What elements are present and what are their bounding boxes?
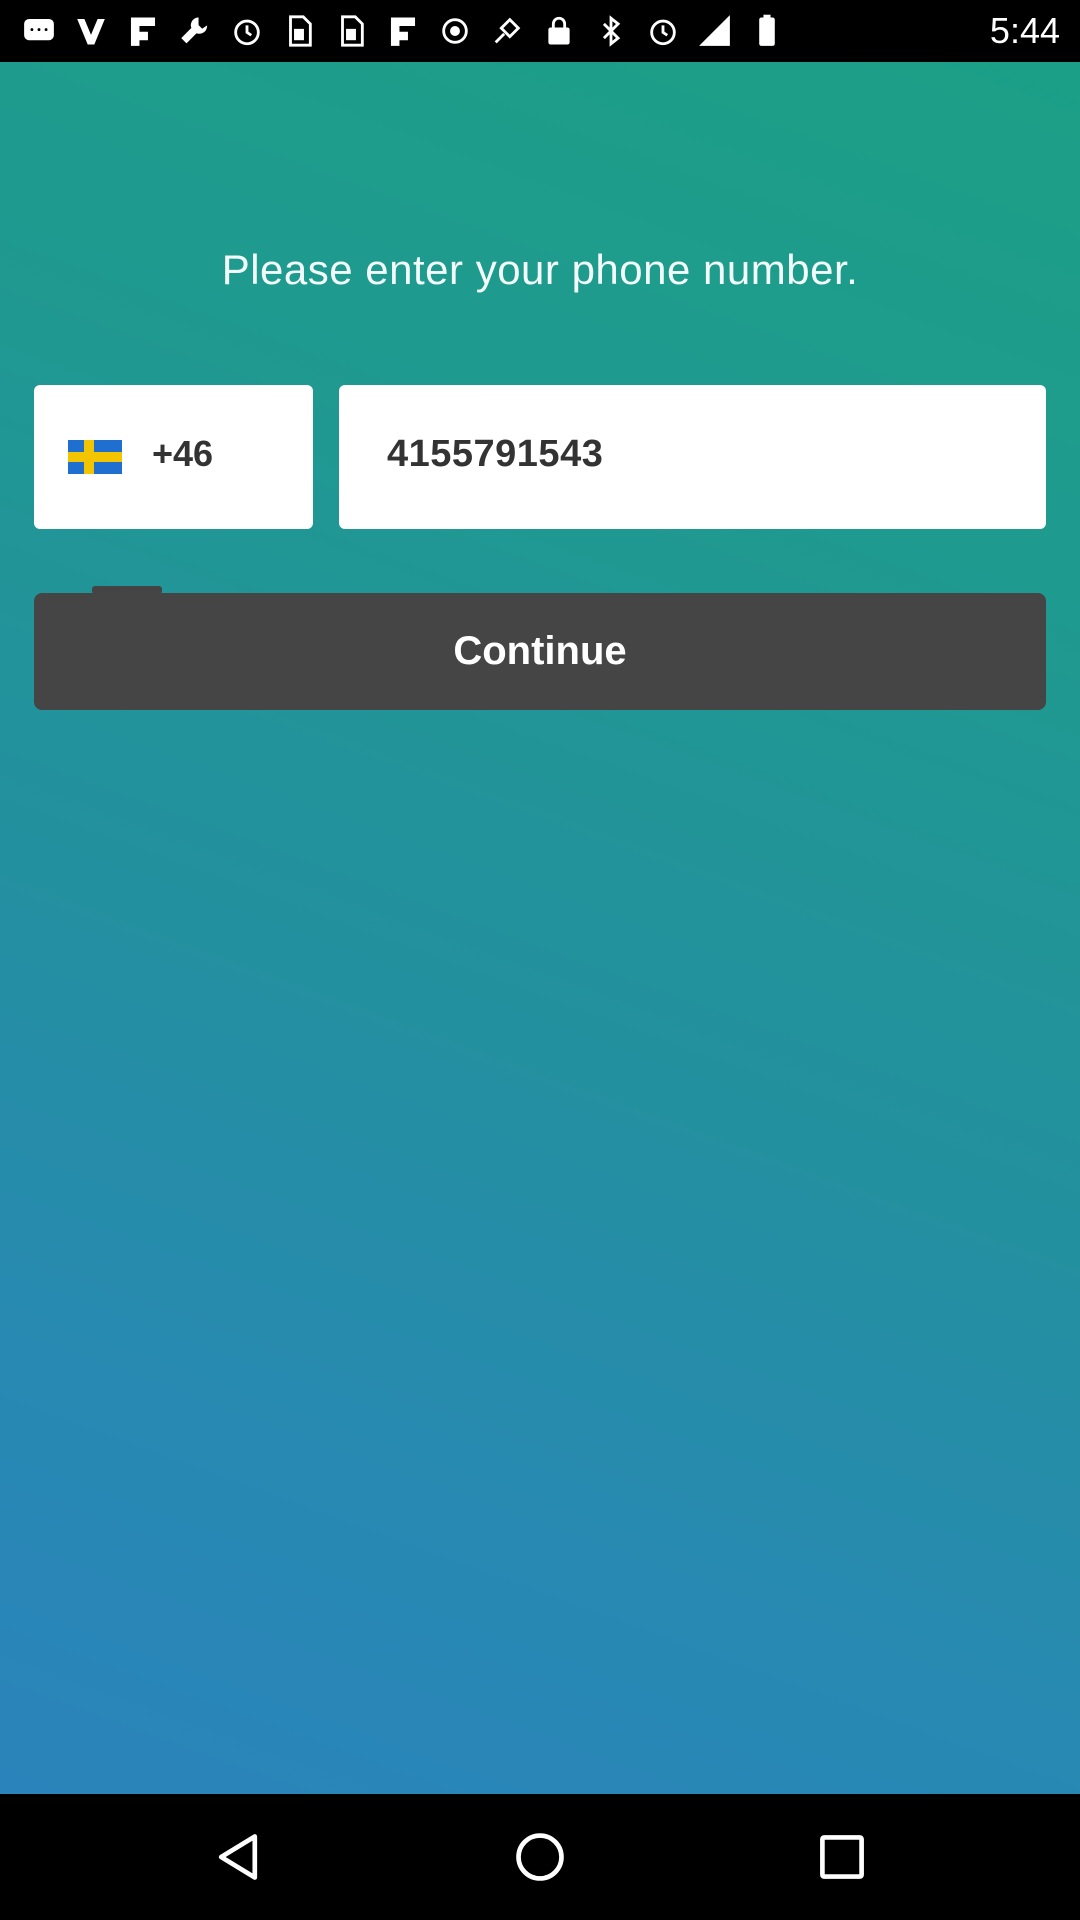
status-bar: 5:44 [0,0,1080,62]
signal-icon [696,12,734,50]
sweden-flag-icon [68,440,122,474]
lock-icon [540,12,578,50]
recents-icon[interactable] [812,1827,872,1887]
flipboard-icon [384,12,422,50]
back-icon[interactable] [208,1827,268,1887]
phone-number-field[interactable]: 4155791543 [339,385,1046,529]
navigation-bar [0,1794,1080,1920]
clock: 5:44 [989,10,1060,51]
country-code-selector[interactable]: +46 [34,385,313,529]
gps-fake-icon [488,12,526,50]
vine-icon [72,12,110,50]
phone-number-value: 4155791543 [387,433,604,475]
wrench-icon [176,12,214,50]
continue-button[interactable]: Continue [34,593,1046,710]
alarm-icon [644,12,682,50]
alarm-icon [228,12,266,50]
location-icon [436,12,474,50]
bluetooth-icon [592,12,630,50]
prompt-text: Please enter your phone number. [221,246,859,293]
country-code: +46 [152,433,214,474]
sim-icon [280,12,318,50]
sim-icon [332,12,370,50]
notification-icons [20,10,786,52]
app-background [0,62,1080,1794]
home-icon[interactable] [510,1827,570,1887]
chat-icon [20,12,58,50]
flipboard-icon [124,12,162,50]
battery-icon [748,12,786,50]
